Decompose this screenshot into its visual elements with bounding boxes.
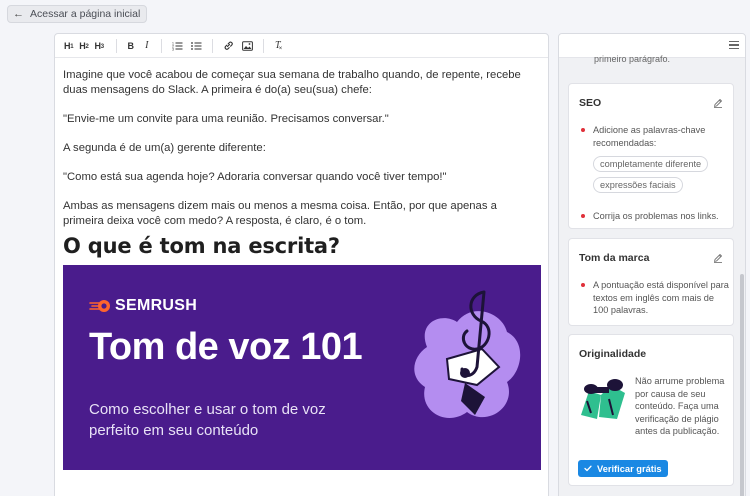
heading-1-button[interactable]: H1 <box>62 38 75 54</box>
paragraph: A segunda é de um(a) gerente diferente: <box>63 142 266 154</box>
seo-title: SEO <box>579 97 602 109</box>
paragraph: Ambas as mensagens dizem mais ou menos a… <box>63 200 497 227</box>
brand-tone-card: Tom da marca A pontuação está disponível… <box>568 238 734 326</box>
toolbar-divider <box>211 38 213 53</box>
banner-subtitle: Como escolher e usar o tom de voz perfei… <box>89 401 326 439</box>
back-to-home-button[interactable]: ← Acessar a página inicial <box>7 5 148 23</box>
seo-item-keywords: Adicione as palavras-chave recomendadas: <box>593 125 706 148</box>
music-note-illustration <box>414 290 521 418</box>
semrush-flame-icon <box>89 299 110 312</box>
verify-free-button[interactable]: Verificar grátis <box>578 460 668 477</box>
seo-item-links: Corrija os problemas nos links. <box>593 211 719 221</box>
editor-toolbar: H1 H2 H3 B I 123 T × <box>55 34 548 58</box>
text-editor: H1 H2 H3 B I 123 T × Imagine que você ac… <box>54 33 549 496</box>
sidebar-scrollbar[interactable] <box>740 274 744 496</box>
issue-bullet <box>581 283 585 287</box>
content-assistant-sidebar: primeiro parágrafo. SEO Adicione as pala… <box>558 33 746 496</box>
link-icon[interactable] <box>221 38 236 54</box>
ordered-list-icon[interactable]: 123 <box>170 38 185 54</box>
toolbar-divider <box>262 38 264 53</box>
keyword-chip[interactable]: completamente diferente <box>593 156 709 172</box>
brand-tone-title: Tom da marca <box>579 252 650 264</box>
issue-bullet <box>581 214 585 218</box>
check-icon <box>584 465 592 472</box>
pencil-icon[interactable] <box>713 95 723 113</box>
arrow-left-icon: ← <box>13 7 24 20</box>
keyword-chip[interactable]: expressões faciais <box>593 177 683 193</box>
banner-title: Tom de voz 101 <box>89 326 363 368</box>
toolbar-divider <box>115 38 117 53</box>
menu-icon[interactable] <box>729 41 739 49</box>
clear-format-icon[interactable]: T × <box>272 38 284 54</box>
bullet-list-icon[interactable] <box>189 38 204 54</box>
paragraph: "Como está sua agenda hoje? Adoraria con… <box>63 171 447 183</box>
originality-text: Não arrume problema por causa de seu con… <box>635 376 725 436</box>
section-heading: O que é tom na escrita? <box>63 234 340 258</box>
semrush-logo: SEMRUSH <box>89 298 197 314</box>
heading-2-button[interactable]: H2 <box>77 38 90 54</box>
paragraph: "Envie-me um convite para uma reunião. P… <box>63 113 389 125</box>
brand-tone-text: A pontuação está disponível para textos … <box>593 280 729 315</box>
paragraph: Imagine que você acabou de começar sua s… <box>63 69 521 96</box>
originality-card: Originalidade Não arrume problema por ca… <box>568 334 734 486</box>
image-icon[interactable] <box>240 38 255 54</box>
pencil-icon[interactable] <box>713 250 723 268</box>
editor-content[interactable]: Imagine que você acabou de começar sua s… <box>55 58 548 470</box>
bold-button[interactable]: B <box>125 38 137 54</box>
svg-text:3: 3 <box>172 47 174 51</box>
originality-title: Originalidade <box>579 348 647 360</box>
back-button-label: Acessar a página inicial <box>30 8 141 20</box>
toolbar-divider <box>160 38 162 53</box>
article-banner-image: SEMRUSH Tom de voz 101 Como escolher e u… <box>63 265 541 470</box>
issue-bullet <box>581 128 585 132</box>
italic-button[interactable]: I <box>141 38 153 54</box>
seo-card: SEO Adicione as palavras-chave recomenda… <box>568 83 734 229</box>
heading-3-button[interactable]: H3 <box>93 38 106 54</box>
binoculars-icon <box>581 379 625 419</box>
previous-card-text: primeiro parágrafo. <box>594 54 671 64</box>
